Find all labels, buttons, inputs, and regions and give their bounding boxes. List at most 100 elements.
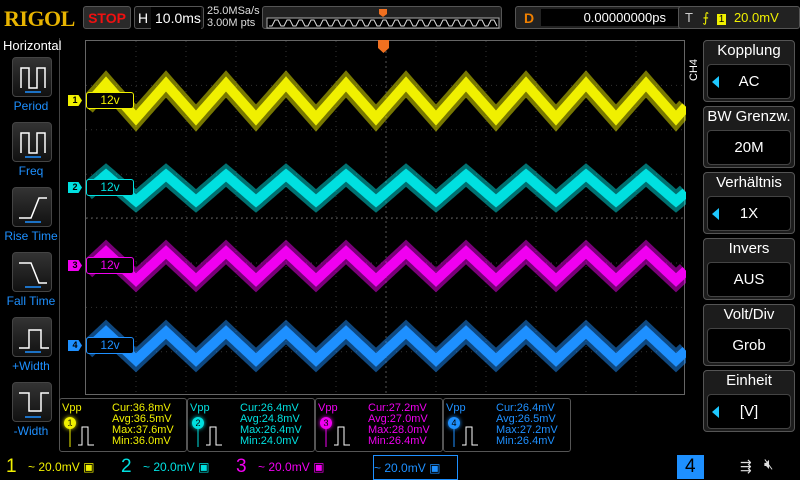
softkey-value-text: 1X	[739, 205, 759, 222]
menu-title: Horizontal	[3, 38, 62, 53]
measurement-ch3[interactable]: Vpp 3 Cur:27.2mV Avg:27.0mV Max:28.0mV Min:26…	[315, 398, 443, 452]
vpp-icon	[453, 425, 478, 447]
ch-scale-value: 20.0mV	[153, 460, 195, 474]
measurement-ch2[interactable]: Vpp 2 Cur:26.4mV Avg:24.8mV Max:26.4mV Min:24…	[187, 398, 315, 452]
softkey-3[interactable]: Verhältnis 1X	[703, 172, 795, 234]
softkey-title: Einheit	[726, 372, 772, 389]
menu-item-label: -Width	[13, 424, 49, 438]
ch4-label[interactable]: 12v	[86, 337, 134, 354]
rise-time-button[interactable]	[12, 187, 52, 227]
measure-type: Vpp	[318, 402, 338, 414]
vpp-icon	[197, 425, 222, 447]
ch3-scale[interactable]: ~ 20.0mV ▣	[258, 455, 343, 480]
softkey-6[interactable]: Einheit [V]	[703, 370, 795, 432]
coupling-ac-icon: ~	[374, 461, 382, 475]
softkey-value: 20M	[707, 130, 791, 165]
softkey-value: 1X	[707, 196, 791, 231]
neg-width-icon	[19, 392, 49, 418]
measure-type: Vpp	[446, 402, 466, 414]
menu-item-label: Fall Time	[6, 294, 56, 308]
ch4-scale[interactable]: ~ 20.0mV ▣	[373, 455, 458, 480]
fall-time-button[interactable]	[12, 252, 52, 292]
waveform-display	[79, 41, 693, 396]
measure-min: Min:26.4mV	[368, 435, 427, 447]
ch3-button[interactable]: 3	[236, 455, 247, 479]
overview-wave-icon	[266, 9, 500, 29]
measure-min: Min:26.4mV	[496, 435, 555, 447]
delay-label: D	[524, 10, 535, 26]
waveform-grid	[79, 40, 693, 396]
ch1-scale[interactable]: ~ 20.0mV ▣	[28, 455, 113, 480]
waveform-overview[interactable]	[262, 6, 502, 29]
softkey-5[interactable]: Volt/Div Grob	[703, 304, 795, 366]
ch3-label[interactable]: 12v	[86, 257, 134, 274]
softkey-2[interactable]: BW Grenzw. 20M	[703, 106, 795, 168]
softkey-1[interactable]: Kopplung AC	[703, 40, 795, 102]
bandwidth-limit-icon: ▣	[83, 460, 95, 474]
run-stop-status[interactable]: STOP	[83, 6, 131, 29]
coupling-ac-icon: ~	[143, 460, 151, 474]
rise-time-icon	[19, 197, 47, 223]
softkey-value-text: AC	[738, 73, 760, 90]
softkey-value: AUS	[707, 262, 791, 297]
vpp-icon	[69, 425, 94, 447]
trigger-position-icon	[378, 40, 389, 53]
trigger-label: T	[685, 10, 693, 25]
ch1-waveform	[82, 76, 690, 126]
ch-scale-value: 20.0mV	[268, 460, 310, 474]
ch4-offset-marker[interactable]: 4	[68, 340, 82, 351]
trigger-level: 20.0mV	[733, 10, 779, 25]
usb-icon: ⇶	[740, 458, 752, 474]
ch1-button[interactable]: 1	[6, 455, 17, 479]
pos-width-icon	[19, 329, 49, 353]
bandwidth-limit-icon: ▣	[313, 460, 325, 474]
freq-button[interactable]	[12, 122, 52, 162]
measure-min: Min:36.0mV	[112, 435, 171, 447]
softkey-title: BW Grenzw.	[707, 108, 791, 125]
sample-rate: 25.0MSa/s	[207, 5, 260, 17]
rigol-logo: RIGOL	[4, 6, 75, 31]
speaker-mute-icon[interactable]: 🔇︎	[764, 456, 773, 473]
measurement-ch4[interactable]: Vpp 4 Cur:26.4mV Avg:26.5mV Max:27.2mV Min:26…	[443, 398, 571, 452]
ch2-scale[interactable]: ~ 20.0mV ▣	[143, 455, 228, 480]
timebase-box[interactable]: H 10.0ms	[134, 6, 204, 29]
bandwidth-limit-icon: ▣	[198, 460, 210, 474]
softkey-title: Invers	[728, 240, 770, 257]
softkey-value-text: AUS	[733, 271, 765, 288]
ch1-offset-marker[interactable]: 1	[68, 95, 82, 106]
trigger-box[interactable]: T ⨍ 1 20.0mV	[678, 6, 800, 29]
ch3-offset-marker[interactable]: 3	[68, 260, 82, 271]
channel-menu: Kopplung AC BW Grenzw. 20M Verhältnis 1X Inver…	[703, 40, 800, 440]
softkey-value-text: 20M	[734, 139, 764, 156]
ch2-offset-marker[interactable]: 2	[68, 182, 82, 193]
softkey-value-text: [V]	[739, 403, 759, 420]
measure-type: Vpp	[190, 402, 210, 414]
period-icon	[20, 67, 46, 93]
coupling-ac-icon: ~	[258, 460, 266, 474]
vpp-icon	[325, 425, 350, 447]
ch2-label[interactable]: 12v	[86, 179, 134, 196]
selector-arrow-icon	[712, 76, 719, 88]
pos-width-button[interactable]	[12, 317, 52, 357]
fall-time-icon	[19, 262, 47, 288]
trigger-source: 1	[716, 14, 727, 25]
softkey-4[interactable]: Invers AUS	[703, 238, 795, 300]
measure-type: Vpp	[62, 402, 82, 414]
softkey-title: Kopplung	[717, 42, 781, 59]
softkey-value: AC	[707, 64, 791, 99]
measurement-ch1[interactable]: Vpp 1 Cur:36.8mV Avg:36.5mV Max:37.6mV Min:36…	[59, 398, 187, 452]
selector-arrow-icon	[712, 406, 719, 418]
ch2-waveform	[82, 168, 690, 208]
h-label: H	[137, 10, 149, 26]
freq-icon	[20, 132, 46, 158]
delay-box[interactable]: D 0.00000000ps	[515, 6, 695, 29]
ch1-label[interactable]: 12v	[86, 92, 134, 109]
memory-depth: 3.00M pts	[207, 17, 256, 29]
ch4-button[interactable]: 4	[677, 455, 704, 479]
neg-width-button[interactable]	[12, 382, 52, 422]
softkey-title: Volt/Div	[723, 306, 775, 323]
coupling-ac-icon: ~	[28, 460, 36, 474]
period-button[interactable]	[12, 57, 52, 97]
ch2-button[interactable]: 2	[121, 455, 132, 479]
bandwidth-limit-icon: ▣	[429, 461, 441, 475]
